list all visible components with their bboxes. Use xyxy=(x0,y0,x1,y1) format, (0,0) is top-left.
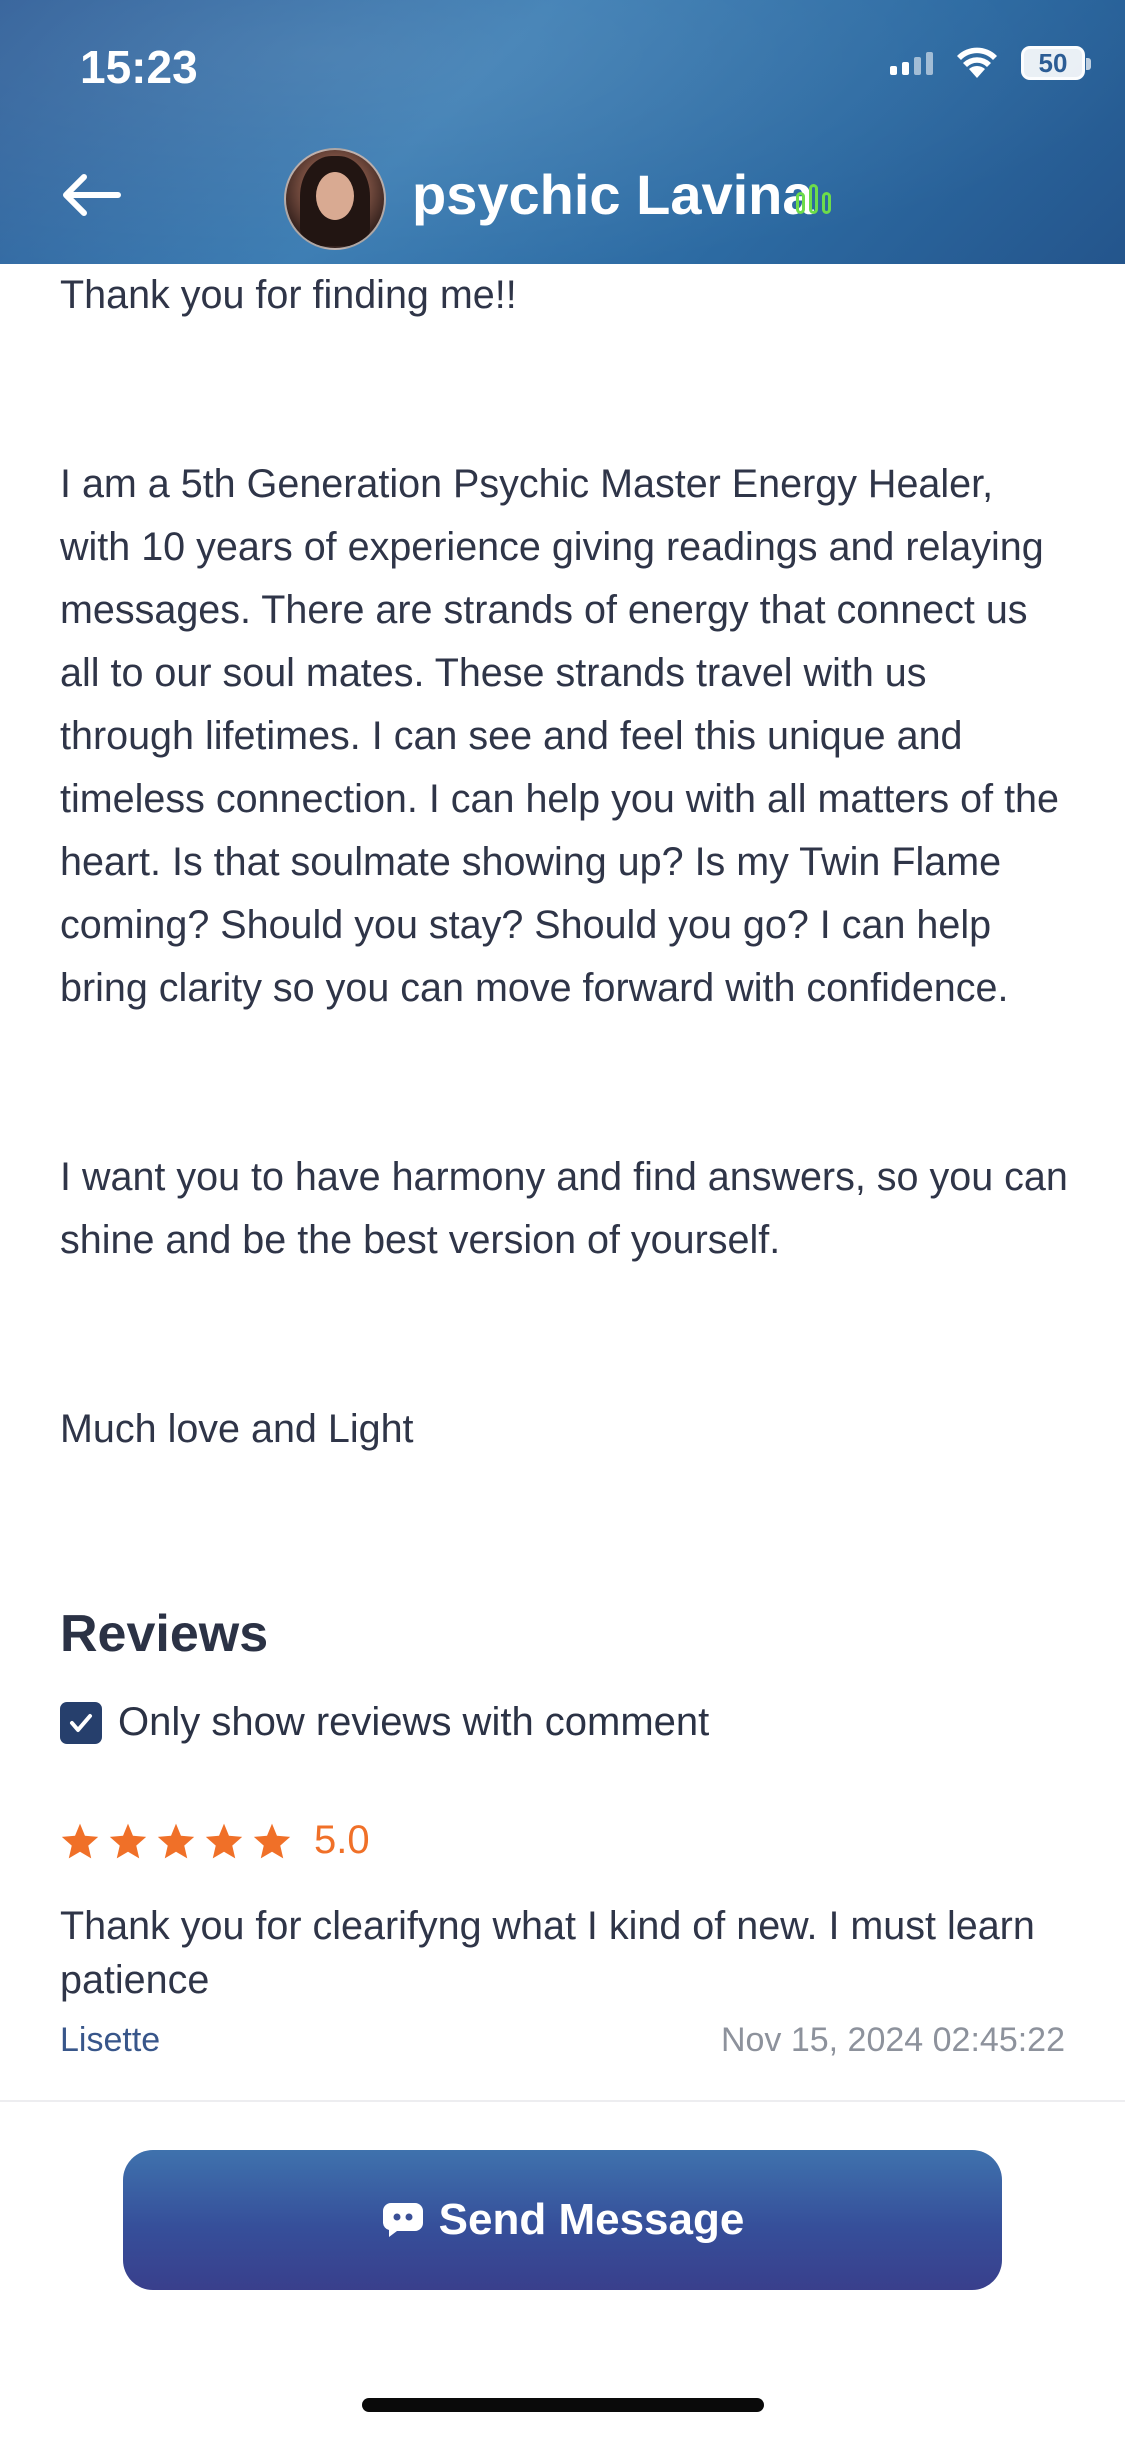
advisor-name: psychic Lavina xyxy=(412,163,814,226)
send-message-button[interactable]: Send Message xyxy=(123,2150,1002,2290)
comment-filter[interactable]: Only show reviews with comment xyxy=(60,1700,709,1745)
status-icons: 50 xyxy=(890,46,1091,80)
status-time: 15:23 xyxy=(80,41,198,93)
chat-bubble-icon xyxy=(382,2203,423,2237)
bio-paragraph: Thank you for finding me!! xyxy=(60,273,517,317)
checkmark-icon xyxy=(70,1713,92,1732)
star-icon xyxy=(61,1823,99,1858)
advisor-bio: Thank you for finding me!! I am a 5th Ge… xyxy=(60,264,1070,1461)
star-rating xyxy=(60,1822,292,1860)
bio-paragraph: I want you to have harmony and find answ… xyxy=(60,1155,1068,1262)
footer-bar: Send Message xyxy=(0,2100,1125,2438)
star-icon xyxy=(205,1823,243,1858)
cellular-signal-icon xyxy=(890,51,933,75)
review-rating: 5.0 xyxy=(60,1818,1065,1863)
rating-value: 5.0 xyxy=(314,1818,370,1862)
review-item: 5.0 Thank you for clearifyng what I kind… xyxy=(60,1818,1065,2060)
comment-filter-checkbox[interactable] xyxy=(60,1701,102,1744)
avatar[interactable] xyxy=(284,148,386,250)
comment-filter-label: Only show reviews with comment xyxy=(118,1700,710,1744)
review-text: Thank you for clearifyng what I kind of … xyxy=(60,1904,1035,2002)
back-button[interactable] xyxy=(56,160,126,230)
bio-paragraph: I am a 5th Generation Psychic Master Ene… xyxy=(60,462,1059,1010)
battery-level: 50 xyxy=(1038,47,1068,78)
review-author: Lisette xyxy=(60,2021,161,2059)
back-arrow-icon xyxy=(63,174,121,216)
wifi-icon xyxy=(957,47,997,78)
reviews-heading: Reviews xyxy=(60,1605,269,1663)
bio-paragraph: Much love and Light xyxy=(60,1407,414,1451)
online-status-icon xyxy=(796,184,831,214)
home-indicator[interactable] xyxy=(362,2398,764,2412)
review-meta: Lisette Nov 15, 2024 02:45:22 xyxy=(60,2021,1065,2060)
star-icon xyxy=(253,1823,291,1858)
battery-icon: 50 xyxy=(1021,46,1091,80)
send-message-label: Send Message xyxy=(438,2195,745,2244)
review-date: Nov 15, 2024 02:45:22 xyxy=(720,2021,1065,2059)
app-header: 15:23 50 psychic Lavina xyxy=(0,0,1125,264)
star-icon xyxy=(157,1823,195,1858)
star-icon xyxy=(109,1823,147,1858)
